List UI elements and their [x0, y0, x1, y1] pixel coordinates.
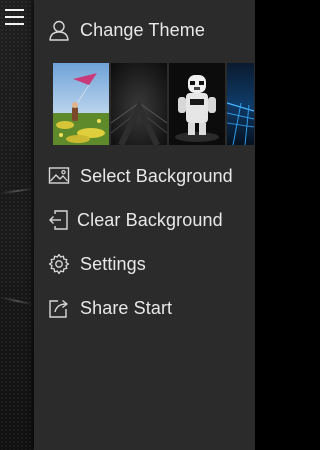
blue-grid-theme-thumbnail[interactable]: [227, 63, 254, 145]
stormtrooper-theme-thumbnail[interactable]: [169, 63, 225, 145]
exit-icon: [49, 210, 68, 230]
side-rail: [0, 0, 34, 450]
picture-icon: [48, 167, 70, 184]
person-icon: [49, 20, 69, 41]
kite-field-theme-thumbnail[interactable]: [53, 63, 109, 145]
theme-thumbnails: [53, 63, 254, 145]
clear-background-button[interactable]: Clear Background: [48, 206, 223, 234]
clear-background-label: Clear Background: [77, 209, 223, 230]
share-start-label: Share Start: [80, 297, 173, 318]
gear-icon: [48, 253, 70, 275]
share-icon: [49, 299, 68, 318]
settings-button[interactable]: Settings: [48, 250, 146, 278]
settings-label: Settings: [80, 253, 146, 274]
share-start-button[interactable]: Share Start: [48, 294, 172, 322]
select-background-button[interactable]: Select Background: [48, 162, 233, 190]
change-theme-button[interactable]: Change Theme: [48, 16, 205, 44]
dark-metal-theme-thumbnail[interactable]: [111, 63, 167, 145]
menu-panel: Change Theme Select Background Clear Bac…: [34, 0, 255, 450]
rail-texture-streak: [0, 187, 34, 195]
rail-texture-streak: [0, 296, 34, 306]
change-theme-label: Change Theme: [80, 19, 205, 40]
hamburger-menu-icon[interactable]: [5, 9, 24, 25]
select-background-label: Select Background: [80, 165, 233, 186]
